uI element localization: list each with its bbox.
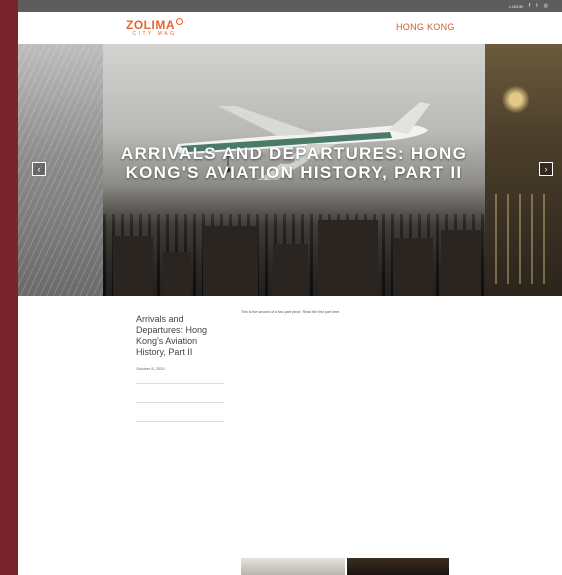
- partner-logo[interactable]: HONG KONG: [396, 22, 455, 32]
- article-image-strip: [241, 558, 449, 575]
- site-header: ZOLIMA CITY MAG HONG KONG: [18, 12, 562, 44]
- carousel-next-button[interactable]: ›: [539, 162, 553, 176]
- brand-name: ZOLIMA: [126, 18, 175, 32]
- zolima-logo[interactable]: ZOLIMA CITY MAG: [126, 18, 183, 37]
- article-date: October 8, 2020: [136, 366, 165, 371]
- hero-title: ARRIVALS AND DEPARTURES: HONG KONG'S AVI…: [120, 144, 468, 182]
- hero-image-left: [18, 44, 103, 296]
- hero-carousel: ARRIVALS AND DEPARTURES: HONG KONG'S AVI…: [18, 44, 562, 296]
- chevron-right-icon: ›: [544, 164, 548, 174]
- article-intro: This is the second of a two-part piece. …: [241, 310, 341, 314]
- sidebar-article-title: Arrivals and Departures: Hong Kong's Avi…: [136, 314, 208, 357]
- carousel-prev-button[interactable]: ‹: [32, 162, 46, 176]
- logo-mark-icon: [176, 18, 183, 25]
- sidebar-section-heading: [136, 402, 224, 409]
- article-image: [241, 558, 345, 575]
- article-content: Arrivals and Departures: Hong Kong's Avi…: [18, 296, 562, 575]
- login-link[interactable]: LOGIN: [509, 4, 522, 9]
- sidebar-section-heading: [136, 421, 224, 428]
- partner-name: HONG KONG: [396, 22, 455, 32]
- city-skyline: [103, 214, 485, 296]
- brand-subtitle: CITY MAG: [132, 31, 177, 37]
- top-bar: LOGIN f t ◎: [18, 0, 562, 12]
- chevron-left-icon: ‹: [37, 164, 41, 174]
- article-image: [347, 558, 449, 575]
- facebook-icon[interactable]: f: [529, 3, 530, 9]
- twitter-icon[interactable]: t: [536, 3, 537, 9]
- article-body: This is the second of a two-part piece. …: [241, 310, 449, 323]
- article-sidebar: Arrivals and Departures: Hong Kong's Avi…: [136, 304, 224, 431]
- instagram-icon[interactable]: ◎: [544, 3, 548, 9]
- page-frame: LOGIN f t ◎ ZOLIMA CITY MAG HONG KONG AR…: [18, 0, 562, 575]
- sidebar-section-heading: [136, 383, 224, 390]
